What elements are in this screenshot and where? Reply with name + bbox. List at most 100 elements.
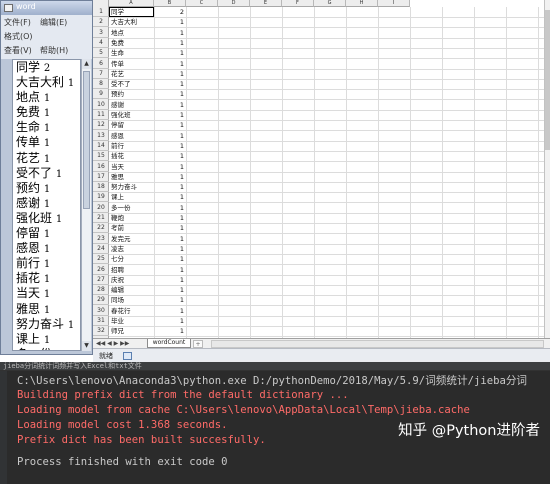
cell-count[interactable]: 1 bbox=[155, 131, 184, 141]
cell-count[interactable]: 1 bbox=[155, 17, 184, 27]
cell-count[interactable]: 1 bbox=[155, 38, 184, 48]
row-header[interactable]: 20 bbox=[93, 203, 109, 213]
row-header[interactable]: 32 bbox=[93, 326, 109, 337]
scroll-up-arrow-icon[interactable]: ▲ bbox=[82, 59, 91, 69]
horizontal-scrollbar[interactable] bbox=[211, 340, 544, 348]
cell-word[interactable]: 考前 bbox=[111, 223, 151, 233]
row-header[interactable]: 1 bbox=[93, 7, 109, 17]
row-header[interactable]: 27 bbox=[93, 275, 109, 285]
row-header[interactable]: 25 bbox=[93, 254, 109, 265]
row-header[interactable]: 13 bbox=[93, 131, 109, 141]
cell-word[interactable]: 发完元 bbox=[111, 234, 151, 244]
cell-word[interactable]: 大吉大利 bbox=[111, 17, 151, 27]
row-header[interactable]: 24 bbox=[93, 244, 109, 254]
cell-word[interactable]: 招聘 bbox=[111, 265, 151, 275]
cell-count[interactable]: 1 bbox=[155, 285, 184, 295]
cell-count[interactable]: 1 bbox=[155, 79, 184, 89]
row-header[interactable]: 7 bbox=[93, 69, 109, 79]
cell-word[interactable]: 努力奋斗 bbox=[111, 182, 151, 192]
row-header[interactable]: 29 bbox=[93, 295, 109, 306]
cell-word[interactable]: 庆祝 bbox=[111, 275, 151, 285]
column-header[interactable]: A bbox=[109, 0, 154, 7]
vertical-scrollbar[interactable] bbox=[544, 0, 550, 338]
row-header[interactable]: 10 bbox=[93, 100, 109, 110]
cell-count[interactable]: 1 bbox=[155, 244, 184, 254]
cell-count[interactable]: 2 bbox=[155, 7, 184, 17]
cell-word[interactable]: 强化班 bbox=[111, 110, 151, 120]
cell-word[interactable]: 预约 bbox=[111, 89, 151, 99]
cell-count[interactable]: 1 bbox=[155, 100, 184, 110]
cell-count[interactable]: 1 bbox=[155, 120, 184, 130]
cell-word[interactable]: 感恩 bbox=[111, 131, 151, 141]
row-header[interactable]: 5 bbox=[93, 48, 109, 59]
cell-word[interactable]: 编辑 bbox=[111, 285, 151, 295]
cell-word[interactable]: 春花行 bbox=[111, 306, 151, 316]
cell-word[interactable]: 免费 bbox=[111, 38, 151, 48]
sheet-tab-wordcount[interactable]: wordCount bbox=[147, 339, 191, 348]
cell-count[interactable]: 1 bbox=[155, 316, 184, 326]
menu-file[interactable]: 文件(F) bbox=[4, 17, 31, 28]
cell-word[interactable]: 多一份 bbox=[111, 203, 151, 213]
menu-help[interactable]: 帮助(H) bbox=[40, 45, 68, 56]
cell-count[interactable]: 1 bbox=[155, 59, 184, 69]
row-header[interactable]: 3 bbox=[93, 28, 109, 38]
cell-word[interactable]: 师兄 bbox=[111, 326, 151, 336]
row-header[interactable]: 31 bbox=[93, 316, 109, 326]
column-header[interactable]: D bbox=[218, 0, 250, 7]
cell-word[interactable]: 花艺 bbox=[111, 69, 151, 79]
column-header[interactable]: C bbox=[186, 0, 218, 7]
new-sheet-button[interactable]: + bbox=[193, 340, 203, 348]
cell-count[interactable]: 1 bbox=[155, 192, 184, 202]
row-header[interactable]: 19 bbox=[93, 192, 109, 203]
cell-count[interactable]: 1 bbox=[155, 89, 184, 99]
row-header[interactable]: 28 bbox=[93, 285, 109, 296]
column-header[interactable]: E bbox=[250, 0, 282, 7]
menu-view[interactable]: 查看(V) bbox=[4, 45, 32, 56]
cell-count[interactable]: 1 bbox=[155, 182, 184, 192]
row-header[interactable]: 11 bbox=[93, 110, 109, 120]
row-header[interactable]: 21 bbox=[93, 213, 109, 223]
row-header[interactable]: 26 bbox=[93, 265, 109, 275]
cell-word[interactable]: 传单 bbox=[111, 59, 151, 69]
row-header[interactable]: 16 bbox=[93, 162, 109, 172]
cell-word[interactable]: 当天 bbox=[111, 162, 151, 172]
cell-count[interactable]: 1 bbox=[155, 110, 184, 120]
cell-word[interactable]: 鞭炮 bbox=[111, 213, 151, 223]
row-header[interactable]: 15 bbox=[93, 151, 109, 162]
cell-count[interactable]: 1 bbox=[155, 203, 184, 213]
cell-word[interactable]: 前行 bbox=[111, 141, 151, 151]
macro-record-icon[interactable] bbox=[123, 352, 132, 360]
cell-count[interactable]: 1 bbox=[155, 141, 184, 151]
menu-format[interactable]: 格式(O) bbox=[4, 31, 33, 42]
vertical-scroll-thumb[interactable] bbox=[545, 10, 550, 150]
cell-grid[interactable]: A B C D E F G H I 1 同学 2 2 大吉大利 1 3 地点 1 4 免费 1 5 生命 1 6 传单 1 7 花艺 1 8… bbox=[93, 0, 544, 338]
column-header[interactable]: H bbox=[346, 0, 378, 7]
cell-count[interactable]: 1 bbox=[155, 295, 184, 305]
cell-count[interactable]: 1 bbox=[155, 172, 184, 182]
sheet-nav-arrows[interactable]: ◀◀ ◀ ▶ ▶▶ bbox=[96, 340, 129, 347]
menu-edit[interactable]: 编辑(E) bbox=[40, 17, 67, 28]
column-header[interactable]: I bbox=[378, 0, 410, 7]
cell-word[interactable]: 生命 bbox=[111, 48, 151, 58]
cell-count[interactable]: 1 bbox=[155, 151, 184, 161]
cell-count[interactable]: 1 bbox=[155, 306, 184, 316]
row-header[interactable]: 23 bbox=[93, 234, 109, 244]
cell-word[interactable]: 感谢 bbox=[111, 100, 151, 110]
cell-word[interactable]: 雅思 bbox=[111, 172, 151, 182]
cell-count[interactable]: 1 bbox=[155, 254, 184, 264]
cell-count[interactable]: 1 bbox=[155, 234, 184, 244]
row-header[interactable]: 12 bbox=[93, 120, 109, 131]
notepad-title-bar[interactable]: word bbox=[1, 1, 92, 15]
cell-count[interactable]: 1 bbox=[155, 326, 184, 336]
row-header[interactable]: 22 bbox=[93, 223, 109, 234]
scroll-down-arrow-icon[interactable]: ▼ bbox=[82, 341, 91, 351]
cell-count[interactable]: 1 bbox=[155, 213, 184, 223]
cell-word[interactable]: 课上 bbox=[111, 192, 151, 202]
cell-word[interactable]: 地点 bbox=[111, 28, 151, 38]
cell-word[interactable]: 七分 bbox=[111, 254, 151, 264]
row-header[interactable]: 8 bbox=[93, 79, 109, 90]
cell-count[interactable]: 1 bbox=[155, 275, 184, 285]
row-header[interactable]: 6 bbox=[93, 59, 109, 69]
row-header[interactable]: 14 bbox=[93, 141, 109, 151]
cell-count[interactable]: 1 bbox=[155, 48, 184, 58]
